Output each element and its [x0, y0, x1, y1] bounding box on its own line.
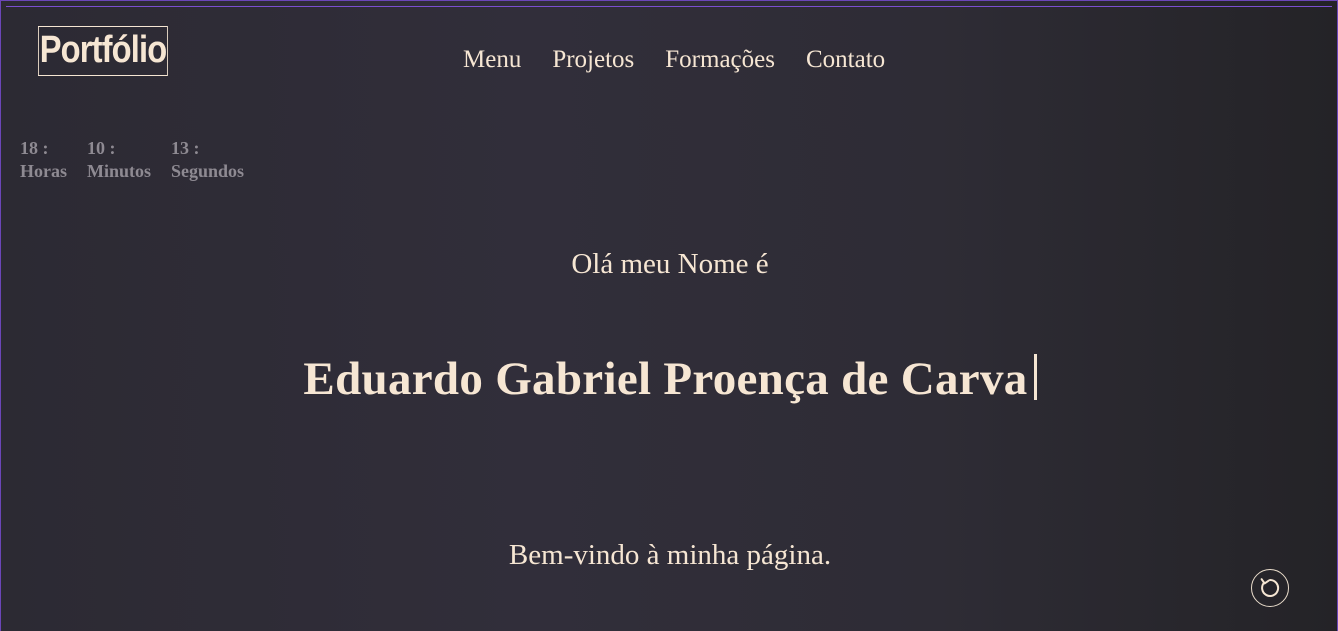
main-nav: Menu Projetos Formações Contato: [463, 45, 885, 75]
clock: 18 : Horas 10 : Minutos 13 : Segundos: [20, 137, 244, 183]
refresh-icon: [1260, 578, 1280, 597]
greeting-text: Olá meu Nome é: [571, 248, 769, 280]
clock-seconds-label: Segundos: [171, 161, 245, 181]
clock-hours-value: 18 :: [20, 138, 49, 158]
clock-seconds-value: 13 :: [171, 138, 200, 158]
nav-link-contato[interactable]: Contato: [806, 45, 885, 75]
typing-cursor: [1033, 354, 1037, 400]
page: Portfólio Menu Projetos Formações Contat…: [0, 0, 1338, 631]
nav-link-menu[interactable]: Menu: [463, 45, 521, 75]
clock-hours-label: Horas: [20, 161, 67, 181]
clock-seconds: 13 : Segundos: [171, 137, 244, 183]
clock-minutes-label: Minutos: [87, 161, 152, 181]
clock-minutes: 10 : Minutos: [87, 137, 151, 183]
logo-link[interactable]: Portfólio: [38, 26, 169, 76]
clock-minutes-value: 10 :: [87, 138, 116, 158]
refresh-button[interactable]: [1251, 569, 1289, 607]
typed-name-heading: Eduardo Gabriel Proença de Carva: [1, 351, 1338, 407]
typed-name-text: Eduardo Gabriel Proença de Carva: [303, 353, 1028, 405]
welcome-text: Bem-vindo à minha página.: [508, 539, 832, 571]
clock-hours: 18 : Horas: [20, 137, 67, 183]
nav-link-formacoes[interactable]: Formações: [665, 45, 775, 75]
nav-link-projetos[interactable]: Projetos: [552, 45, 634, 75]
